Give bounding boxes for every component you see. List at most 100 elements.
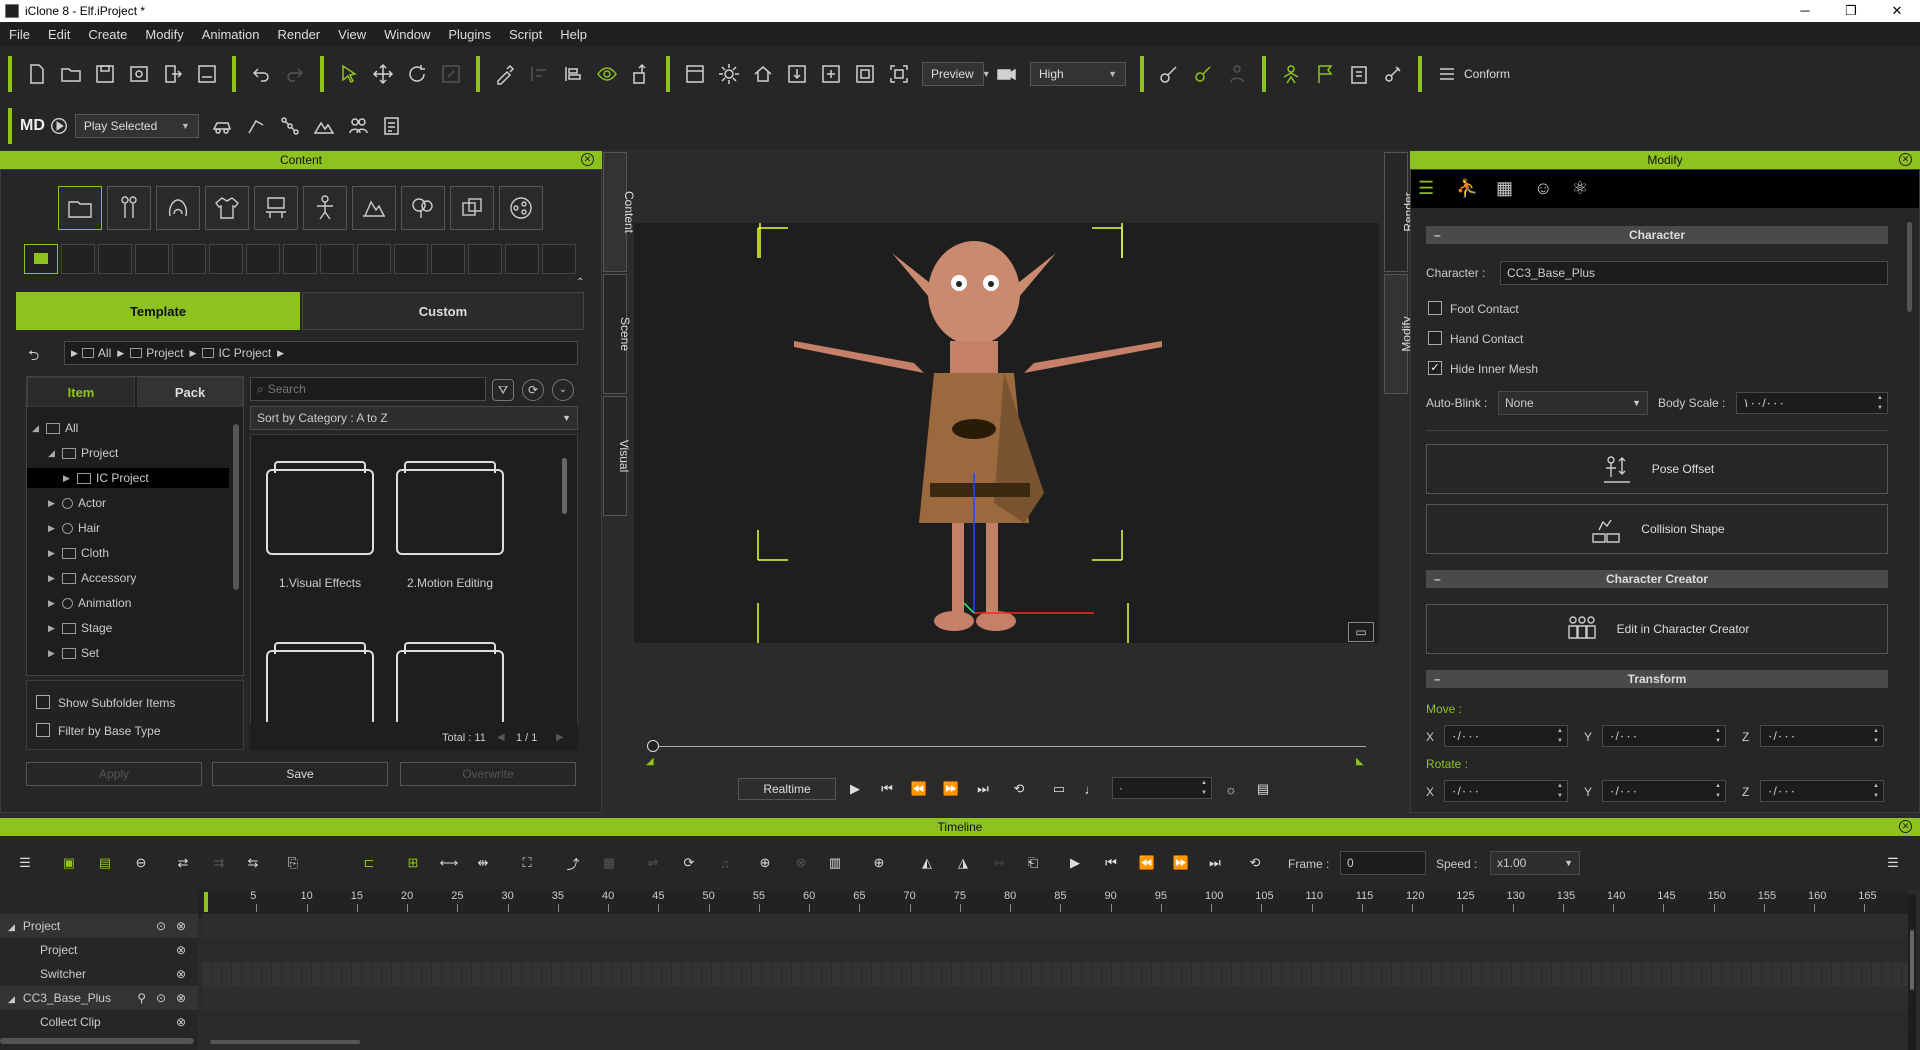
remove-track-icon[interactable]: ⊗ bbox=[176, 914, 186, 938]
bone-tool-button[interactable] bbox=[1152, 57, 1186, 91]
settings-icon[interactable]: ☼ bbox=[1218, 776, 1244, 802]
align-tool-button[interactable] bbox=[522, 57, 556, 91]
tab-template[interactable]: Template bbox=[16, 292, 300, 330]
close-icon[interactable]: ✕ bbox=[1899, 153, 1912, 166]
timeline-toggle-icon[interactable]: ▤ bbox=[1250, 776, 1276, 802]
range-end-marker[interactable]: ◣ bbox=[1356, 756, 1364, 767]
track-list-icon[interactable]: ☰ bbox=[12, 850, 38, 876]
go-to-end-button[interactable]: ⏭ bbox=[970, 776, 996, 802]
visibility-button[interactable] bbox=[590, 57, 624, 91]
track-lane[interactable] bbox=[202, 914, 1908, 938]
subcategory-slot[interactable] bbox=[542, 244, 576, 274]
timeline-prev-button[interactable]: ⏪ bbox=[1134, 850, 1160, 876]
track-group-cc3-base-plus[interactable]: ◢ CC3_Base_Plus ⚲ ⊙ ⊗ bbox=[0, 986, 198, 1010]
track-list-hscrollbar[interactable] bbox=[0, 1038, 194, 1044]
timeline-start-button[interactable]: ⏮ bbox=[1098, 850, 1124, 876]
subcategory-slot[interactable] bbox=[357, 244, 391, 274]
options-icon[interactable]: ⌄ bbox=[552, 379, 574, 401]
physics-icon[interactable]: ⚛ bbox=[1572, 178, 1588, 199]
new-project-button[interactable] bbox=[20, 57, 54, 91]
save-project-button[interactable] bbox=[88, 57, 122, 91]
menu-modify[interactable]: Modify bbox=[136, 27, 192, 42]
home-button[interactable] bbox=[746, 57, 780, 91]
preview-mode-dropdown[interactable]: Preview ▼ bbox=[922, 62, 991, 86]
sync-icon[interactable]: ⇌ bbox=[640, 850, 666, 876]
flag-button[interactable] bbox=[1308, 57, 1342, 91]
category-hair-button[interactable] bbox=[156, 186, 200, 230]
path-button[interactable] bbox=[239, 109, 273, 143]
go-to-start-button[interactable]: ⏮ bbox=[874, 776, 900, 802]
link-icon[interactable]: ⊖ bbox=[128, 850, 154, 876]
hand-contact-checkbox[interactable] bbox=[1428, 331, 1442, 345]
collision-shape-button[interactable]: Collision Shape bbox=[1426, 504, 1888, 554]
side-tab-modify[interactable]: Modify bbox=[1384, 274, 1414, 394]
category-stage-button[interactable] bbox=[254, 186, 298, 230]
collapse-up-icon[interactable]: ⌃ bbox=[576, 277, 584, 288]
subcategory-slot[interactable] bbox=[98, 244, 132, 274]
nodes-button[interactable] bbox=[273, 109, 307, 143]
sort-dropdown[interactable]: Sort by Category : A to Z ▼ bbox=[250, 406, 578, 430]
category-props-button[interactable] bbox=[450, 186, 494, 230]
lock-icon[interactable]: ▦ bbox=[596, 850, 622, 876]
mark-end-icon[interactable]: ◮ bbox=[950, 850, 976, 876]
script-button[interactable] bbox=[375, 109, 409, 143]
frame-input[interactable]: · bbox=[1112, 777, 1212, 799]
menu-window[interactable]: Window bbox=[375, 27, 439, 42]
move-z-field[interactable]: ٠/٠٠٠ bbox=[1760, 725, 1884, 747]
swap-icon[interactable]: ⇄ bbox=[170, 850, 196, 876]
layout-tool-button[interactable] bbox=[556, 57, 590, 91]
subtitle-button[interactable]: ▭ bbox=[1046, 776, 1072, 802]
category-project-button[interactable] bbox=[58, 186, 102, 230]
subcategory-slot[interactable] bbox=[135, 244, 169, 274]
curve-icon[interactable]: ⤴ bbox=[560, 850, 586, 876]
subcategory-slot[interactable] bbox=[394, 244, 428, 274]
subcategory-slot[interactable] bbox=[246, 244, 280, 274]
rotate-z-field[interactable]: ٠/٠٠٠ bbox=[1760, 780, 1884, 802]
loop-clip-icon[interactable]: ⟳ bbox=[676, 850, 702, 876]
timeline-vscrollbar[interactable] bbox=[1910, 930, 1914, 990]
visibility-toggle-icon[interactable]: ⊙ bbox=[156, 914, 166, 938]
audio-clip-icon[interactable]: ♫ bbox=[712, 850, 738, 876]
attach-button[interactable] bbox=[624, 57, 658, 91]
tree-item-cloth[interactable]: ▶ Cloth bbox=[48, 543, 109, 563]
side-tab-render[interactable]: Render bbox=[1384, 152, 1416, 272]
select-tool-button[interactable] bbox=[332, 57, 366, 91]
subcategory-slot[interactable] bbox=[61, 244, 95, 274]
render-button[interactable] bbox=[122, 57, 156, 91]
section-character[interactable]: – Character bbox=[1426, 226, 1888, 244]
category-media-button[interactable] bbox=[499, 186, 543, 230]
timeline-play-button[interactable]: ▶ bbox=[1062, 850, 1088, 876]
search-input[interactable]: ⌕ Search bbox=[250, 377, 486, 401]
group-button[interactable] bbox=[341, 109, 375, 143]
tree-item-stage[interactable]: ▶ Stage bbox=[48, 618, 112, 638]
body-scale-field[interactable]: ١٠٠/٠٠٠ bbox=[1736, 392, 1888, 414]
menu-plugins[interactable]: Plugins bbox=[439, 27, 500, 42]
audio-button[interactable]: ♩ bbox=[1078, 776, 1104, 802]
open-project-button[interactable] bbox=[54, 57, 88, 91]
overwrite-button[interactable]: Overwrite bbox=[400, 762, 576, 786]
mark-start-icon[interactable]: ◭ bbox=[914, 850, 940, 876]
play-mode-dropdown[interactable]: Play Selected ▼ bbox=[74, 114, 199, 138]
tree-item-animation[interactable]: ▶ Animation bbox=[48, 593, 131, 613]
loop-button[interactable]: ⟲ bbox=[1006, 776, 1032, 802]
breadcrumb-ic-project[interactable]: IC Project bbox=[218, 346, 271, 360]
section-transform[interactable]: – Transform bbox=[1426, 670, 1888, 688]
folder-item[interactable] bbox=[266, 642, 374, 722]
remove-track-icon[interactable]: ⊗ bbox=[176, 938, 186, 962]
merge-icon[interactable]: ⇉ bbox=[206, 850, 232, 876]
timeline-options-icon[interactable]: ☰ bbox=[1880, 850, 1906, 876]
zoom-extent-button[interactable] bbox=[882, 57, 916, 91]
track-group-project[interactable]: ◢ Project ⊙ ⊗ bbox=[0, 914, 198, 938]
folder-visual-effects[interactable] bbox=[266, 461, 374, 555]
character-name-field[interactable]: CC3_Base_Plus bbox=[1500, 261, 1888, 285]
key-icon[interactable]: ▣ bbox=[56, 850, 82, 876]
scale-tool-button[interactable] bbox=[434, 57, 468, 91]
section-character-creator[interactable]: – Character Creator bbox=[1426, 570, 1888, 588]
subcategory-folder-button[interactable] bbox=[24, 244, 58, 274]
switcher-lane[interactable] bbox=[202, 962, 1908, 986]
filter-icon[interactable]: ⛛ bbox=[492, 379, 514, 401]
tree-item-project[interactable]: ◢ Project bbox=[48, 443, 118, 463]
folder-motion-editing[interactable] bbox=[396, 461, 504, 555]
track-collect-clip[interactable]: Collect Clip ⊗ bbox=[0, 1010, 198, 1034]
tab-pack[interactable]: Pack bbox=[137, 377, 243, 407]
